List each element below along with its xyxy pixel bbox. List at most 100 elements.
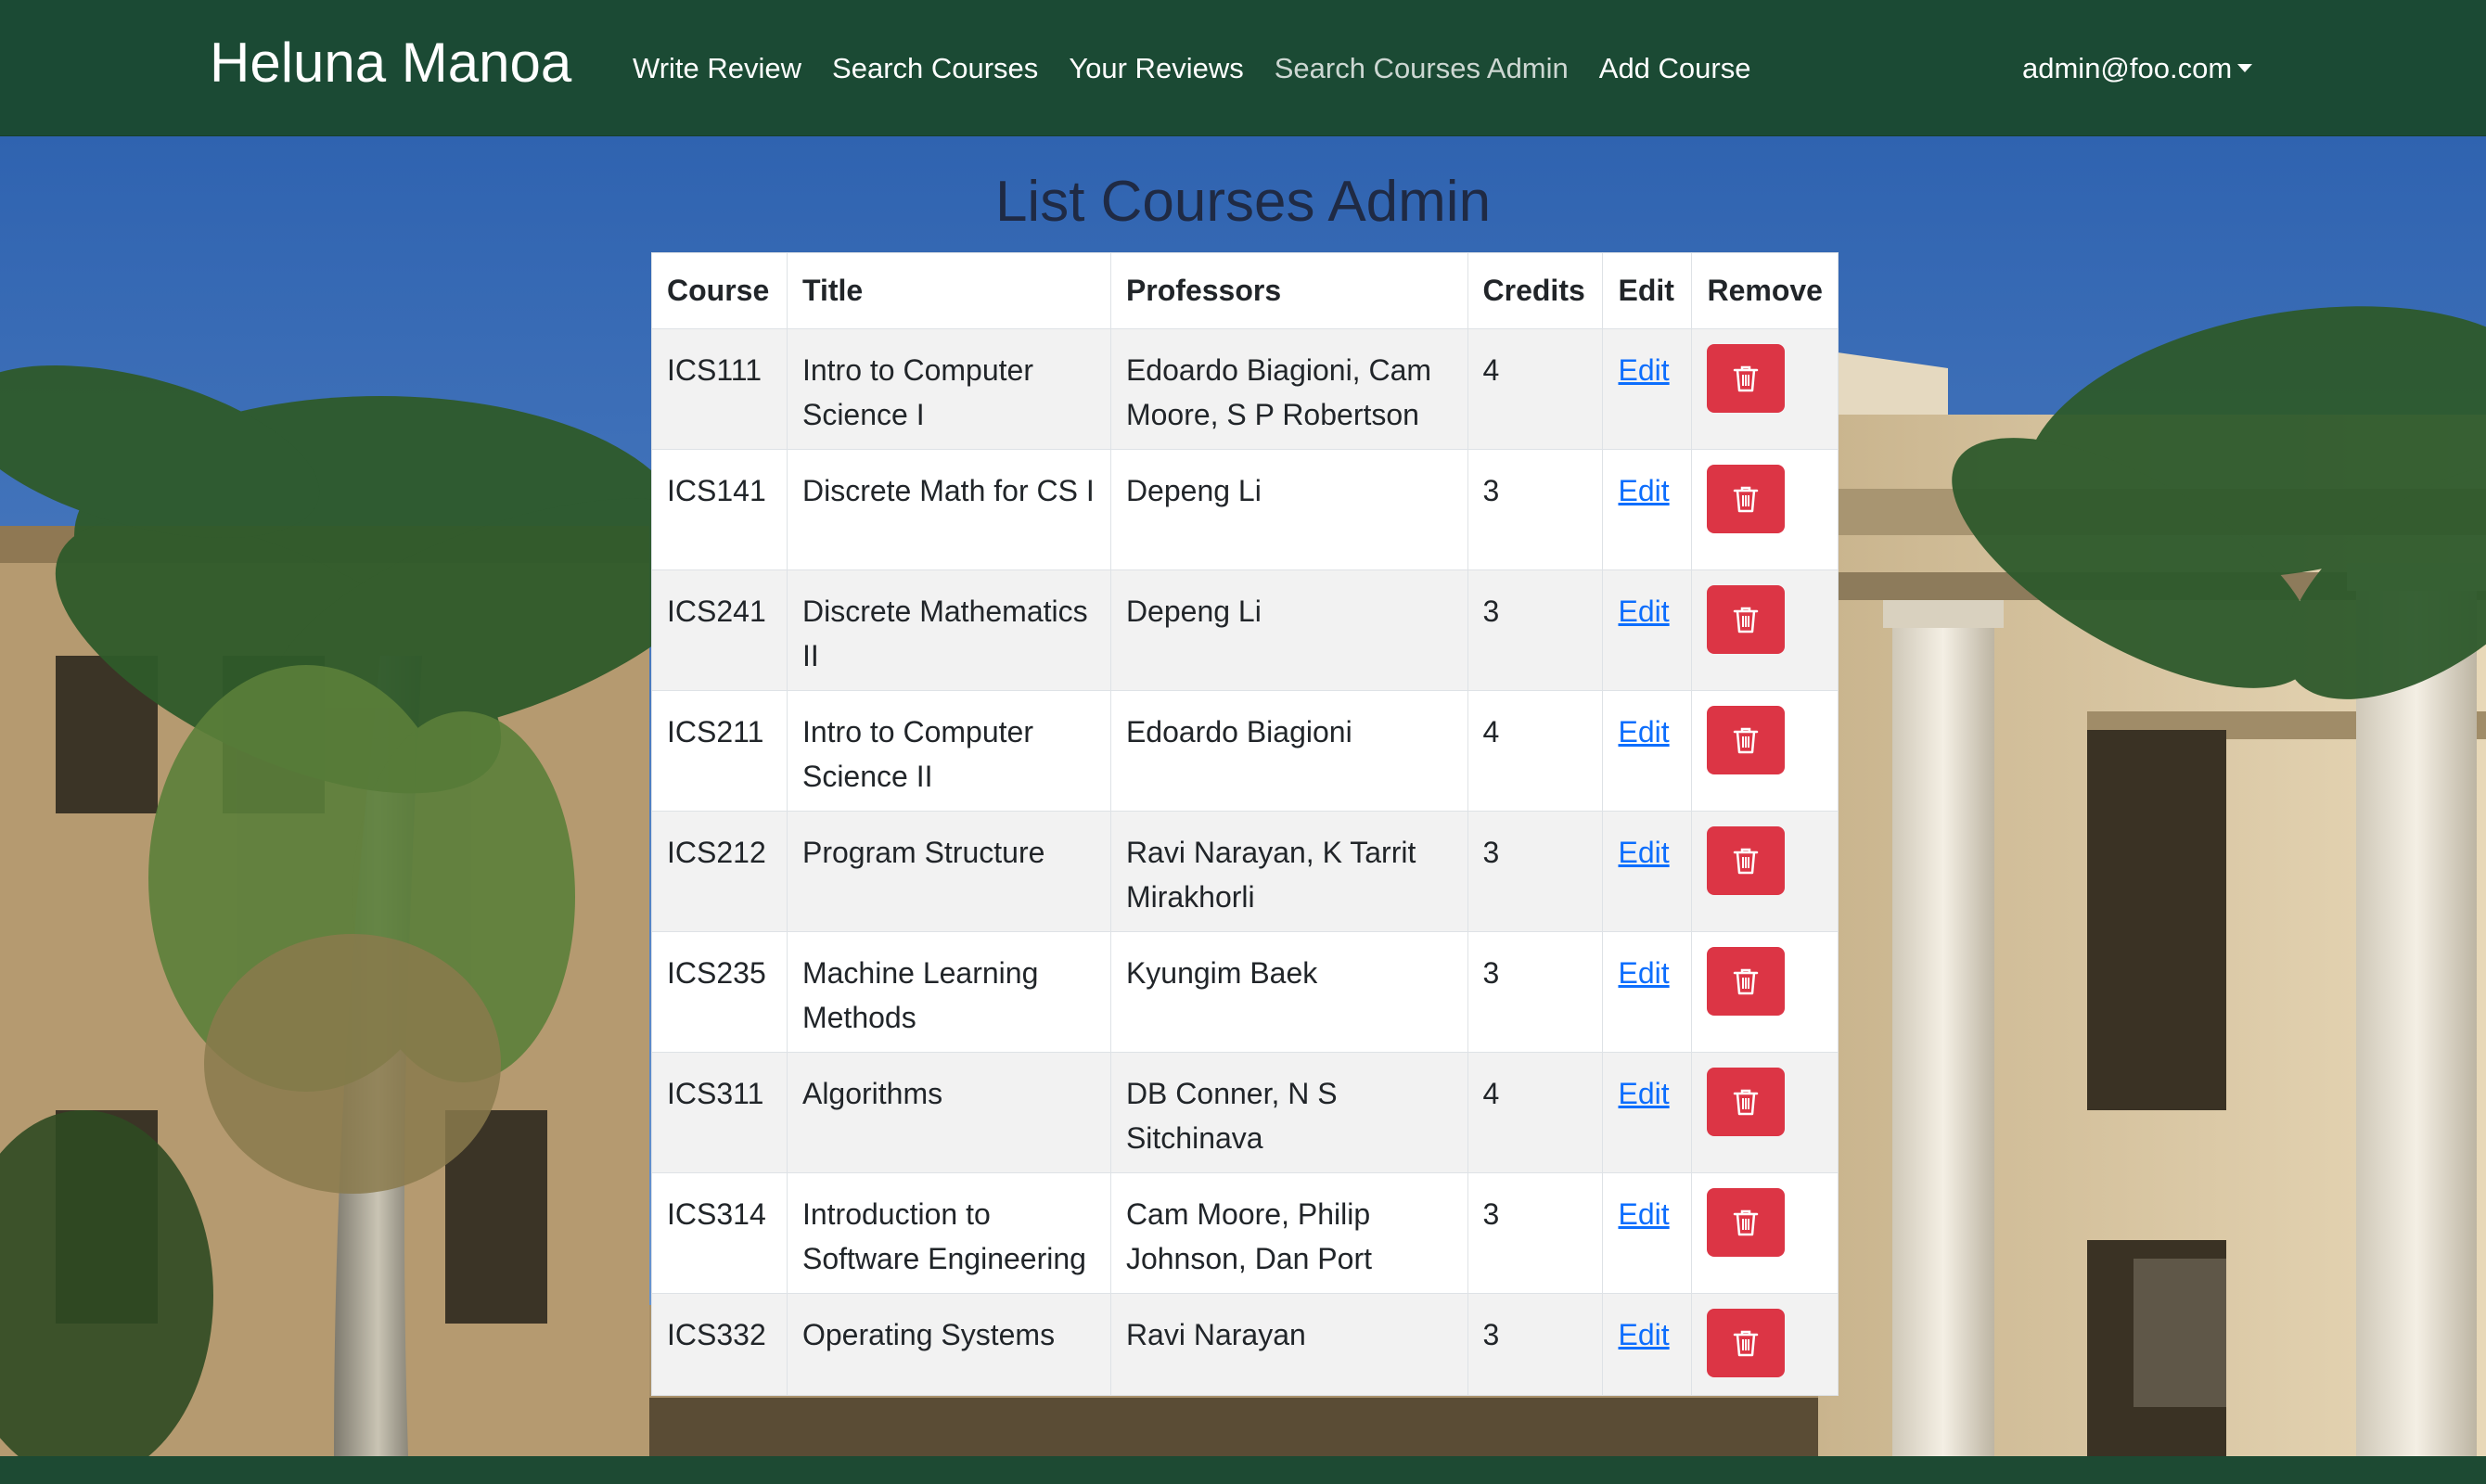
- cell-credits: 4: [1467, 690, 1604, 812]
- cell-edit: Edit: [1602, 690, 1693, 812]
- header-credits: Credits: [1467, 252, 1604, 329]
- edit-link[interactable]: Edit: [1618, 1197, 1669, 1231]
- trash-icon: [1734, 607, 1759, 633]
- cell-edit: Edit: [1602, 449, 1693, 570]
- nav-your-reviews[interactable]: Your Reviews: [1069, 46, 1243, 91]
- cell-professors: Ravi Narayan: [1109, 1293, 1468, 1396]
- cell-credits: 3: [1467, 811, 1604, 932]
- edit-link[interactable]: Edit: [1618, 836, 1669, 869]
- cell-professors: Ravi Narayan, K Tarrit Mirakhorli: [1109, 811, 1468, 932]
- cell-edit: Edit: [1602, 1052, 1693, 1173]
- cell-professors: Cam Moore, Philip Johnson, Dan Port: [1109, 1172, 1468, 1294]
- cell-credits: 4: [1467, 328, 1604, 450]
- cell-professors: Depeng Li: [1109, 569, 1468, 691]
- table-header-row: Course Title Professors Credits Edit Rem…: [651, 252, 1839, 329]
- cell-title: Discrete Mathematics II: [786, 569, 1111, 691]
- remove-button[interactable]: [1707, 1309, 1786, 1377]
- cell-professors: DB Conner, N S Sitchinava: [1109, 1052, 1468, 1173]
- table-row: ICS111 Intro to Computer Science I Edoardo…: [651, 328, 1839, 450]
- remove-button[interactable]: [1707, 947, 1786, 1016]
- cell-remove: [1691, 931, 1839, 1053]
- cell-professors: Edoardo Biagioni: [1109, 690, 1468, 812]
- table-row: ICS314 Introduction to Software Engineeri…: [651, 1172, 1839, 1294]
- caret-down-icon: [2237, 64, 2253, 73]
- table-row: ICS332 Operating Systems Ravi Narayan 3 Edit: [651, 1293, 1839, 1396]
- nav-links: Write Review Search Courses Your Reviews…: [633, 46, 1781, 91]
- trash-icon: [1734, 486, 1759, 513]
- remove-button[interactable]: [1707, 826, 1786, 895]
- table-row: ICS212 Program Structure Ravi Narayan, K T…: [651, 811, 1839, 932]
- cell-remove: [1691, 811, 1839, 932]
- cell-course: ICS212: [651, 811, 788, 932]
- remove-button[interactable]: [1707, 1188, 1786, 1257]
- trash-icon: [1734, 365, 1759, 392]
- cell-professors: Edoardo Biagioni, Cam Moore, S P Roberts…: [1109, 328, 1468, 450]
- cell-remove: [1691, 690, 1839, 812]
- cell-course: ICS241: [651, 569, 788, 691]
- edit-link[interactable]: Edit: [1618, 715, 1669, 748]
- cell-course: ICS211: [651, 690, 788, 812]
- nav-write-review[interactable]: Write Review: [633, 46, 801, 91]
- edit-link[interactable]: Edit: [1618, 1318, 1669, 1351]
- cell-title: Machine Learning Methods: [786, 931, 1111, 1053]
- header-professors: Professors: [1109, 252, 1468, 329]
- edit-link[interactable]: Edit: [1618, 474, 1669, 507]
- header-course: Course: [651, 252, 788, 329]
- cell-edit: Edit: [1602, 328, 1693, 450]
- cell-title: Program Structure: [786, 811, 1111, 932]
- trash-icon: [1734, 1089, 1759, 1116]
- cell-title: Introduction to Software Engineering: [786, 1172, 1111, 1294]
- cell-course: ICS141: [651, 449, 788, 570]
- remove-button[interactable]: [1707, 706, 1786, 774]
- edit-link[interactable]: Edit: [1618, 353, 1669, 387]
- remove-button[interactable]: [1707, 344, 1786, 413]
- table-row: ICS311 Algorithms DB Conner, N S Sitchinav…: [651, 1052, 1839, 1173]
- cell-course: ICS311: [651, 1052, 788, 1173]
- remove-button[interactable]: [1707, 465, 1786, 533]
- nav-search-courses[interactable]: Search Courses: [832, 46, 1038, 91]
- cell-remove: [1691, 569, 1839, 691]
- user-dropdown[interactable]: admin@foo.com: [2022, 46, 2253, 91]
- trash-icon: [1734, 1330, 1759, 1357]
- table-row: ICS241 Discrete Mathematics II Depeng Li 3 E…: [651, 569, 1839, 691]
- edit-link[interactable]: Edit: [1618, 595, 1669, 628]
- cell-edit: Edit: [1602, 1293, 1693, 1396]
- remove-button[interactable]: [1707, 585, 1786, 654]
- cell-course: ICS235: [651, 931, 788, 1053]
- cell-course: ICS111: [651, 328, 788, 450]
- nav-search-courses-admin[interactable]: Search Courses Admin: [1275, 46, 1569, 91]
- brand-logo[interactable]: Heluna Manoa: [210, 30, 571, 96]
- table-row: ICS141 Discrete Math for CS I Depeng Li 3 Ed…: [651, 449, 1839, 570]
- cell-edit: Edit: [1602, 811, 1693, 932]
- cell-remove: [1691, 1172, 1839, 1294]
- nav-add-course[interactable]: Add Course: [1599, 46, 1751, 91]
- trash-icon: [1734, 1209, 1759, 1236]
- cell-title: Algorithms: [786, 1052, 1111, 1173]
- cell-credits: 3: [1467, 1293, 1604, 1396]
- trash-icon: [1734, 968, 1759, 995]
- cell-credits: 3: [1467, 1172, 1604, 1294]
- table-body: ICS111 Intro to Computer Science I Edoardo…: [651, 328, 1839, 1396]
- remove-button[interactable]: [1707, 1068, 1786, 1136]
- table-row: ICS211 Intro to Computer Science II Edoard…: [651, 690, 1839, 812]
- cell-credits: 3: [1467, 449, 1604, 570]
- cell-remove: [1691, 1293, 1839, 1396]
- cell-credits: 4: [1467, 1052, 1604, 1173]
- cell-edit: Edit: [1602, 1172, 1693, 1294]
- cell-remove: [1691, 1052, 1839, 1173]
- navbar: Heluna Manoa Write Review Search Courses…: [0, 0, 2486, 136]
- trash-icon: [1734, 727, 1759, 754]
- cell-title: Discrete Math for CS I: [786, 449, 1111, 570]
- edit-link[interactable]: Edit: [1618, 1077, 1669, 1110]
- header-remove: Remove: [1691, 252, 1839, 329]
- header-edit: Edit: [1602, 252, 1693, 329]
- trash-icon: [1734, 848, 1759, 875]
- table-row: ICS235 Machine Learning Methods Kyungim Ba…: [651, 931, 1839, 1053]
- edit-link[interactable]: Edit: [1618, 956, 1669, 990]
- cell-title: Intro to Computer Science II: [786, 690, 1111, 812]
- header-title: Title: [786, 252, 1111, 329]
- footer-bar: [0, 1456, 2486, 1484]
- cell-remove: [1691, 328, 1839, 450]
- cell-credits: 3: [1467, 569, 1604, 691]
- cell-professors: Depeng Li: [1109, 449, 1468, 570]
